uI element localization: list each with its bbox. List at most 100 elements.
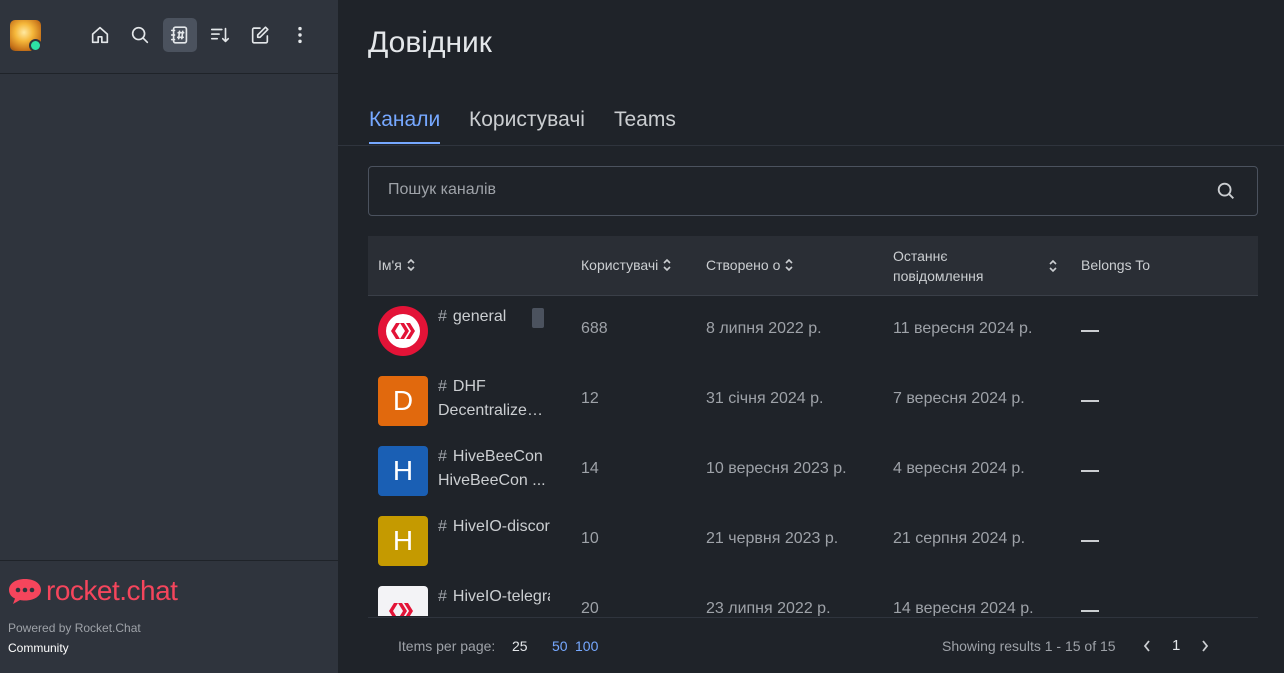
search-icon	[131, 26, 149, 44]
header-last-message[interactable]: Останнє повідомлення	[893, 246, 1058, 286]
sort-icon	[1048, 259, 1058, 273]
created-date: 21 червня 2023 р.	[706, 530, 839, 547]
channel-avatar	[378, 586, 428, 616]
logo-text: rocket.chat	[46, 575, 178, 606]
hashtag-icon: #	[438, 518, 447, 535]
table-header: Ім'я Користувачі Створено о Останнє пові…	[368, 236, 1258, 296]
last-message-date: 14 вересня 2024 р.	[893, 600, 1034, 616]
created-date: 10 вересня 2023 р.	[706, 460, 847, 477]
created-date: 23 липня 2022 р.	[706, 600, 831, 616]
table-row[interactable]: H # HiveIO-discord 10 21 червня 2023 р. 2…	[368, 506, 1258, 576]
chevron-left-icon	[1143, 640, 1150, 652]
directory-button[interactable]	[163, 18, 197, 52]
table-row[interactable]: H # HiveBeeCon HiveBeeCon ... 14 10 верес…	[368, 436, 1258, 506]
hashtag-icon: #	[438, 378, 447, 395]
sidebar-footer: rocket.chat Powered by Rocket.Chat Commu…	[0, 560, 338, 673]
users-count: 12	[581, 390, 599, 407]
users-count: 10	[581, 530, 599, 547]
search-placeholder: Пошук каналів	[388, 181, 497, 198]
search-button[interactable]	[123, 18, 157, 52]
hashtag-icon: #	[438, 308, 447, 325]
online-status-indicator	[29, 39, 42, 52]
sidebar: rocket.chat Powered by Rocket.Chat Commu…	[0, 0, 338, 673]
more-options-button[interactable]	[283, 18, 317, 52]
rocket-chat-logo-icon	[9, 579, 41, 604]
header-last-message-label: Останнє повідомлення	[893, 248, 984, 284]
home-icon	[91, 26, 109, 44]
sidebar-header	[0, 0, 338, 74]
channel-avatar: H	[378, 516, 428, 566]
search-icon	[1215, 180, 1237, 202]
channel-tag	[532, 308, 544, 328]
header-created-label: Створено о	[706, 257, 781, 273]
directory-icon	[170, 26, 188, 44]
sort-icon	[406, 258, 416, 272]
hashtag-icon: #	[438, 588, 447, 605]
users-count: 20	[581, 600, 599, 616]
sort-icon	[662, 258, 672, 272]
next-page-button[interactable]	[1199, 638, 1211, 654]
header-users-label: Користувачі	[581, 257, 659, 273]
belongs-to-empty	[1081, 610, 1099, 612]
channel-avatar: H	[378, 446, 428, 496]
channel-avatar: D	[378, 376, 428, 426]
sort-button[interactable]	[203, 18, 237, 52]
channel-name: #HiveIO-telegram	[438, 588, 550, 605]
table-row[interactable]: # general 688 8 липня 2022 р. 11 вересня …	[368, 296, 1258, 366]
header-belongs-to-label: Belongs To	[1081, 257, 1151, 273]
page-title: Довідник	[368, 26, 492, 59]
hive-logo-icon	[389, 603, 413, 616]
edition-label: Community	[8, 641, 69, 655]
belongs-to-empty	[1081, 540, 1099, 542]
channel-avatar	[378, 306, 428, 356]
table-row[interactable]: D #DHF Decentralized Hive Fund 12 31 січ…	[368, 366, 1258, 436]
per-page-50[interactable]: 50	[552, 638, 568, 654]
chevron-right-icon	[1202, 640, 1209, 652]
channel-topic: HiveBeeCon ...	[438, 472, 546, 489]
header-users[interactable]: Користувачі	[581, 257, 672, 273]
users-count: 688	[581, 320, 608, 337]
header-belongs-to: Belongs To	[1081, 257, 1150, 273]
tab-teams[interactable]: Teams	[614, 108, 676, 142]
channel-topic: Decentralized Hive Fund	[438, 402, 550, 419]
header-name[interactable]: Ім'я	[378, 257, 416, 273]
last-message-date: 7 вересня 2024 р.	[893, 390, 1025, 407]
tab-users[interactable]: Користувачі	[469, 108, 585, 142]
pagination: Items per page: 25 50 100 Showing result…	[368, 617, 1258, 673]
previous-page-button[interactable]	[1141, 638, 1153, 654]
edit-icon	[251, 26, 269, 44]
per-page-100[interactable]: 100	[575, 638, 598, 654]
search-input[interactable]: Пошук каналів	[368, 166, 1258, 216]
belongs-to-empty	[1081, 330, 1099, 332]
channels-table: Ім'я Користувачі Створено о Останнє пові…	[368, 236, 1258, 616]
sort-icon	[210, 27, 230, 43]
per-page-25[interactable]: 25	[512, 638, 528, 654]
header-name-label: Ім'я	[378, 257, 402, 273]
current-page[interactable]: 1	[1172, 637, 1180, 654]
created-date: 8 липня 2022 р.	[706, 320, 822, 337]
results-count: Showing results 1 - 15 of 15	[942, 638, 1116, 654]
kebab-menu-icon	[298, 26, 302, 44]
channel-name: # DHF	[438, 378, 486, 395]
belongs-to-empty	[1081, 470, 1099, 472]
directory-page: Довідник Канали Користувачі Teams Пошук …	[338, 0, 1284, 673]
belongs-to-empty	[1081, 400, 1099, 402]
create-new-button[interactable]	[243, 18, 277, 52]
home-button[interactable]	[83, 18, 117, 52]
items-per-page-label: Items per page:	[398, 638, 496, 654]
users-count: 14	[581, 460, 599, 477]
rocket-chat-logo: rocket.chat	[8, 575, 178, 607]
sort-icon	[784, 258, 794, 272]
header-created[interactable]: Створено о	[706, 257, 794, 273]
table-row[interactable]: #HiveIO-telegram 20 23 липня 2022 р. 14 …	[368, 576, 1258, 616]
created-date: 31 січня 2024 р.	[706, 390, 824, 407]
app-root: rocket.chat Powered by Rocket.Chat Commu…	[0, 0, 1284, 673]
last-message-date: 4 вересня 2024 р.	[893, 460, 1025, 477]
last-message-date: 21 серпня 2024 р.	[893, 530, 1026, 547]
hive-logo-icon	[378, 306, 428, 356]
last-message-date: 11 вересня 2024 р.	[893, 320, 1033, 337]
directory-tabs: Канали Користувачі Teams	[338, 104, 1284, 146]
channel-name: # HiveIO-discord	[438, 518, 550, 535]
tab-channels[interactable]: Канали	[369, 108, 441, 144]
channel-name: # HiveBeeCon	[438, 448, 543, 465]
